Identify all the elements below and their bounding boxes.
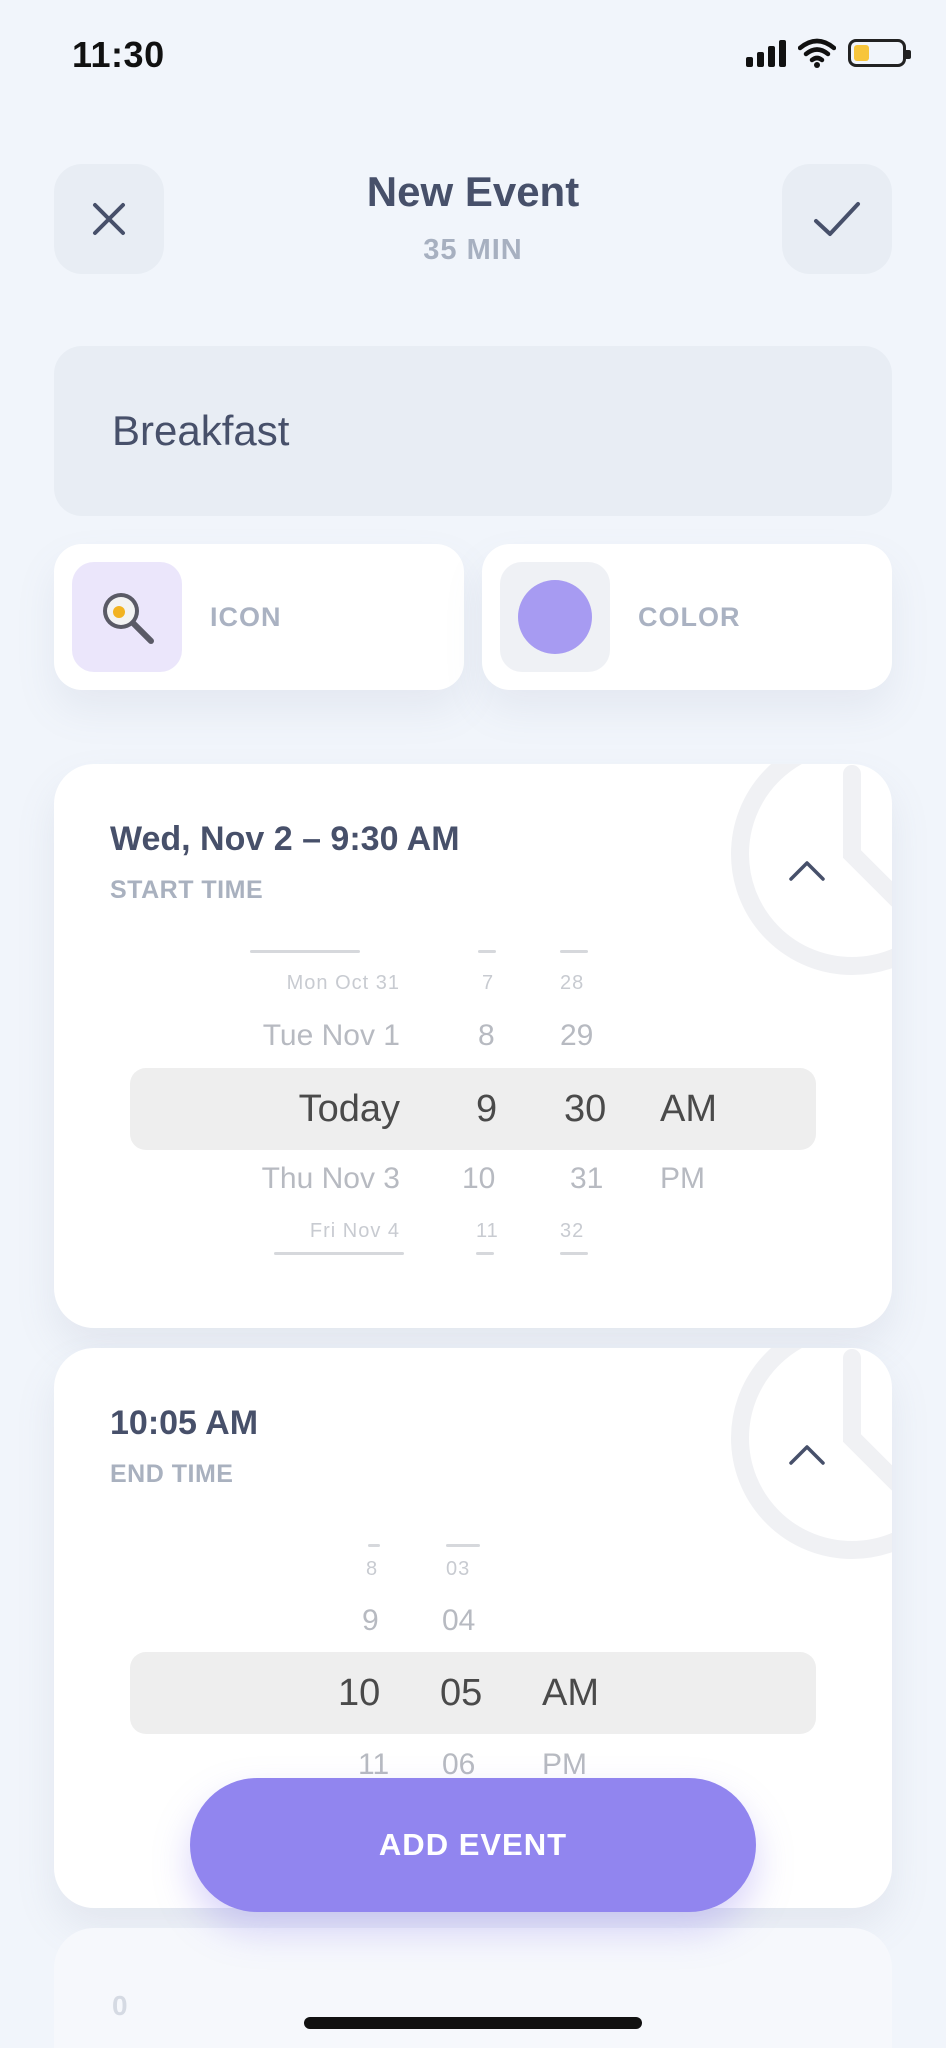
start-time-label: START TIME bbox=[110, 876, 264, 904]
next-card-peek bbox=[54, 1928, 892, 2048]
picker-minute[interactable]: 28 bbox=[560, 972, 584, 995]
start-collapse-button[interactable] bbox=[782, 846, 832, 896]
color-picker-card[interactable]: COLOR bbox=[482, 544, 892, 690]
picker-date-selected[interactable]: Today bbox=[299, 1088, 400, 1131]
picker-date[interactable]: Thu Nov 3 bbox=[262, 1162, 400, 1196]
start-time-title: Wed, Nov 2 – 9:30 AM bbox=[110, 820, 460, 858]
color-label: COLOR bbox=[638, 601, 741, 632]
picker-hour[interactable]: 7 bbox=[482, 972, 494, 995]
status-time: 11:30 bbox=[72, 34, 165, 75]
end-time-label: END TIME bbox=[110, 1460, 234, 1488]
icon-swatch bbox=[72, 562, 182, 672]
add-event-button[interactable]: ADD EVENT bbox=[190, 1778, 756, 1912]
wifi-icon bbox=[798, 38, 836, 68]
picker-minute[interactable]: 04 bbox=[442, 1604, 475, 1638]
peek-text: 0 bbox=[112, 1990, 128, 2021]
picker-period-selected[interactable]: AM bbox=[542, 1672, 599, 1715]
picker-date[interactable]: Mon Oct 31 bbox=[287, 972, 400, 995]
frying-pan-egg-icon bbox=[103, 593, 154, 644]
chevron-up-icon bbox=[789, 1445, 825, 1465]
picker-hour[interactable]: 11 bbox=[358, 1748, 389, 1782]
picker-period[interactable]: PM bbox=[660, 1162, 705, 1196]
picker-hour[interactable]: 9 bbox=[362, 1604, 379, 1638]
picker-minute-selected[interactable]: 05 bbox=[440, 1672, 482, 1715]
color-swatch bbox=[500, 562, 610, 672]
picker-hour-selected[interactable]: 10 bbox=[338, 1672, 380, 1715]
chevron-up-icon bbox=[789, 861, 825, 881]
event-name-input[interactable] bbox=[112, 407, 812, 455]
confirm-button[interactable] bbox=[782, 164, 892, 274]
picker-minute[interactable]: 03 bbox=[446, 1558, 470, 1581]
picker-minute[interactable]: 06 bbox=[442, 1748, 475, 1782]
picker-period[interactable]: PM bbox=[542, 1748, 587, 1782]
picker-hour-selected[interactable]: 9 bbox=[476, 1088, 497, 1131]
checkmark-icon bbox=[814, 202, 860, 236]
color-circle bbox=[518, 580, 592, 654]
signal-icon bbox=[746, 39, 786, 67]
home-indicator bbox=[304, 2017, 642, 2029]
picker-date[interactable]: Fri Nov 4 bbox=[310, 1220, 400, 1243]
picker-period-selected[interactable]: AM bbox=[660, 1088, 717, 1131]
picker-date[interactable]: Tue Nov 1 bbox=[263, 1019, 400, 1053]
icon-picker-card[interactable]: ICON bbox=[54, 544, 464, 690]
picker-hour[interactable]: 8 bbox=[366, 1558, 378, 1581]
picker-hour[interactable]: 8 bbox=[478, 1019, 495, 1053]
picker-minute[interactable]: 31 bbox=[570, 1162, 603, 1196]
picker-minute-selected[interactable]: 30 bbox=[564, 1088, 606, 1131]
end-collapse-button[interactable] bbox=[782, 1430, 832, 1480]
picker-minute[interactable]: 29 bbox=[560, 1019, 593, 1053]
event-name-field[interactable] bbox=[54, 346, 892, 516]
status-icons bbox=[746, 38, 911, 68]
picker-hour[interactable]: 11 bbox=[476, 1220, 499, 1243]
add-event-label: ADD EVENT bbox=[378, 1827, 568, 1862]
picker-minute[interactable]: 32 bbox=[560, 1220, 584, 1243]
icon-label: ICON bbox=[210, 601, 282, 632]
battery-icon bbox=[848, 39, 911, 67]
end-time-title: 10:05 AM bbox=[110, 1404, 259, 1442]
start-time-card: Wed, Nov 2 – 9:30 AM START TIME Mon Oct … bbox=[54, 764, 892, 1328]
picker-hour[interactable]: 10 bbox=[462, 1162, 495, 1196]
